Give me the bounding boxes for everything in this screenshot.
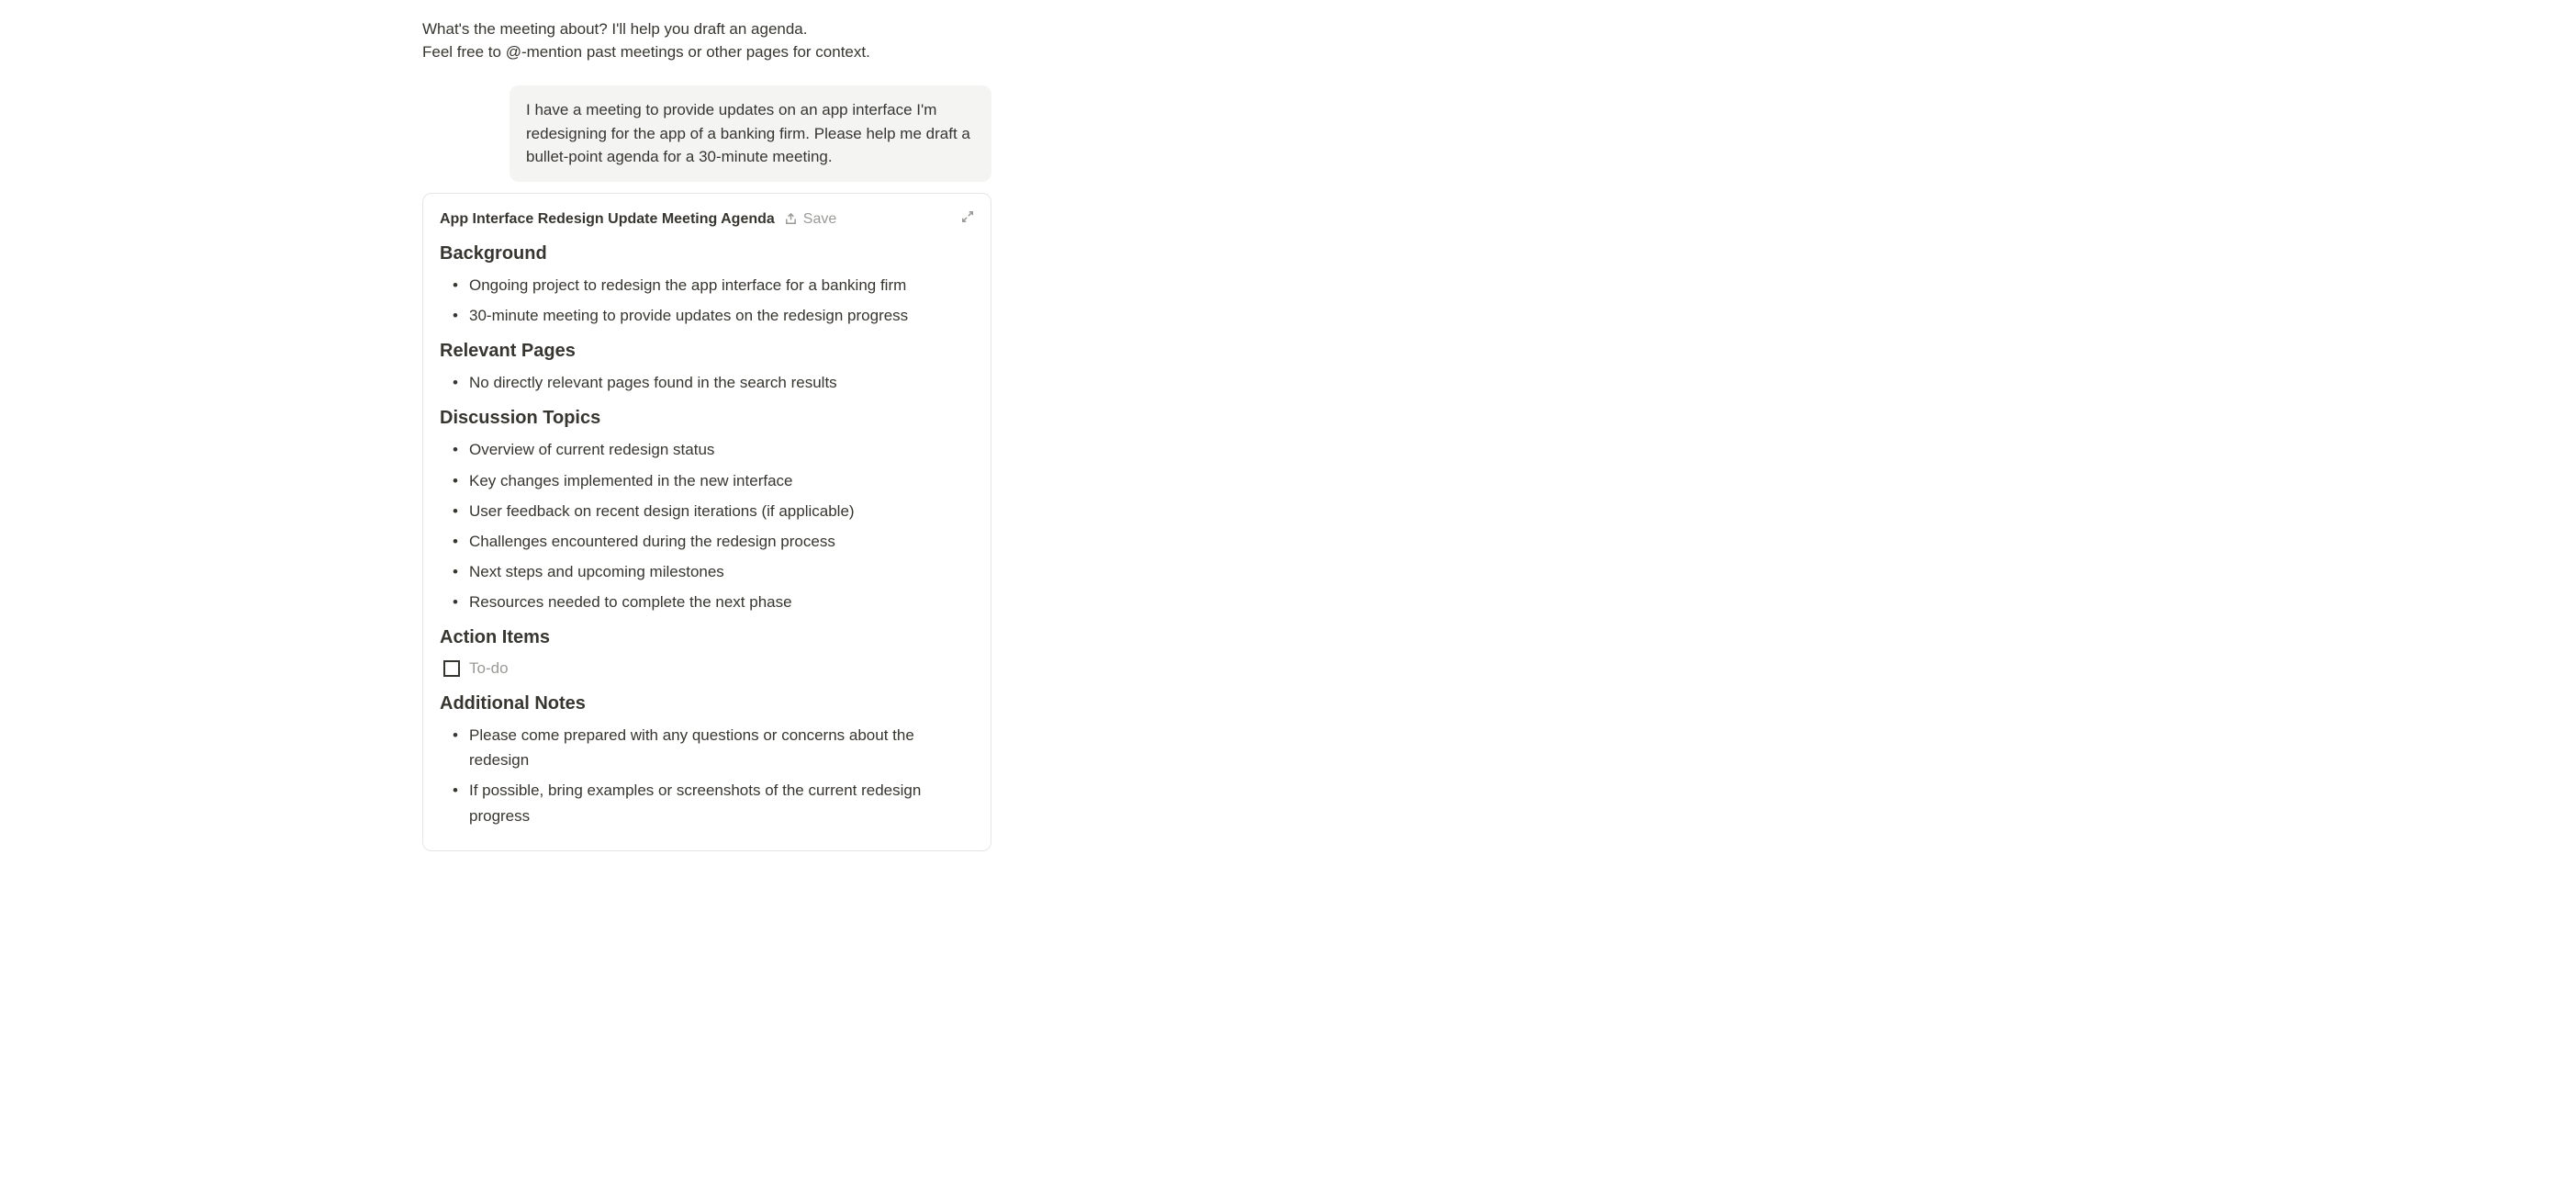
- expand-icon: [961, 208, 974, 231]
- list-item: Challenges encountered during the redesi…: [440, 529, 974, 554]
- expand-button[interactable]: [961, 208, 974, 231]
- list-item: No directly relevant pages found in the …: [440, 370, 974, 395]
- agenda-card: App Interface Redesign Update Meeting Ag…: [422, 193, 991, 851]
- list-item: User feedback on recent design iteration…: [440, 499, 974, 523]
- list-item: Next steps and upcoming milestones: [440, 559, 974, 584]
- save-button[interactable]: Save: [784, 208, 836, 231]
- discussion-topics-list: Overview of current redesign status Key …: [440, 437, 974, 614]
- list-item: 30-minute meeting to provide updates on …: [440, 303, 974, 328]
- heading-additional-notes: Additional Notes: [440, 690, 974, 717]
- background-list: Ongoing project to redesign the app inte…: [440, 273, 974, 328]
- assistant-intro-line2: Feel free to @-mention past meetings or …: [422, 41, 991, 64]
- list-item: Ongoing project to redesign the app inte…: [440, 273, 974, 298]
- list-item: Please come prepared with any questions …: [440, 723, 974, 772]
- todo-checkbox[interactable]: [443, 660, 460, 677]
- card-header: App Interface Redesign Update Meeting Ag…: [440, 208, 974, 231]
- assistant-intro: What's the meeting about? I'll help you …: [422, 18, 991, 63]
- save-icon: [784, 212, 798, 226]
- relevant-pages-list: No directly relevant pages found in the …: [440, 370, 974, 395]
- heading-action-items: Action Items: [440, 624, 974, 651]
- list-item: Resources needed to complete the next ph…: [440, 590, 974, 614]
- list-item: If possible, bring examples or screensho…: [440, 778, 974, 827]
- heading-background: Background: [440, 240, 974, 267]
- chat-container: What's the meeting about? I'll help you …: [422, 0, 991, 870]
- save-label: Save: [803, 208, 836, 231]
- todo-label: To-do: [469, 657, 509, 680]
- list-item: Overview of current redesign status: [440, 437, 974, 462]
- assistant-intro-line1: What's the meeting about? I'll help you …: [422, 18, 991, 41]
- heading-discussion-topics: Discussion Topics: [440, 404, 974, 432]
- user-message: I have a meeting to provide updates on a…: [510, 85, 991, 182]
- heading-relevant-pages: Relevant Pages: [440, 337, 974, 365]
- card-title: App Interface Redesign Update Meeting Ag…: [440, 208, 775, 231]
- additional-notes-list: Please come prepared with any questions …: [440, 723, 974, 828]
- todo-row[interactable]: To-do: [440, 657, 974, 680]
- list-item: Key changes implemented in the new inter…: [440, 468, 974, 493]
